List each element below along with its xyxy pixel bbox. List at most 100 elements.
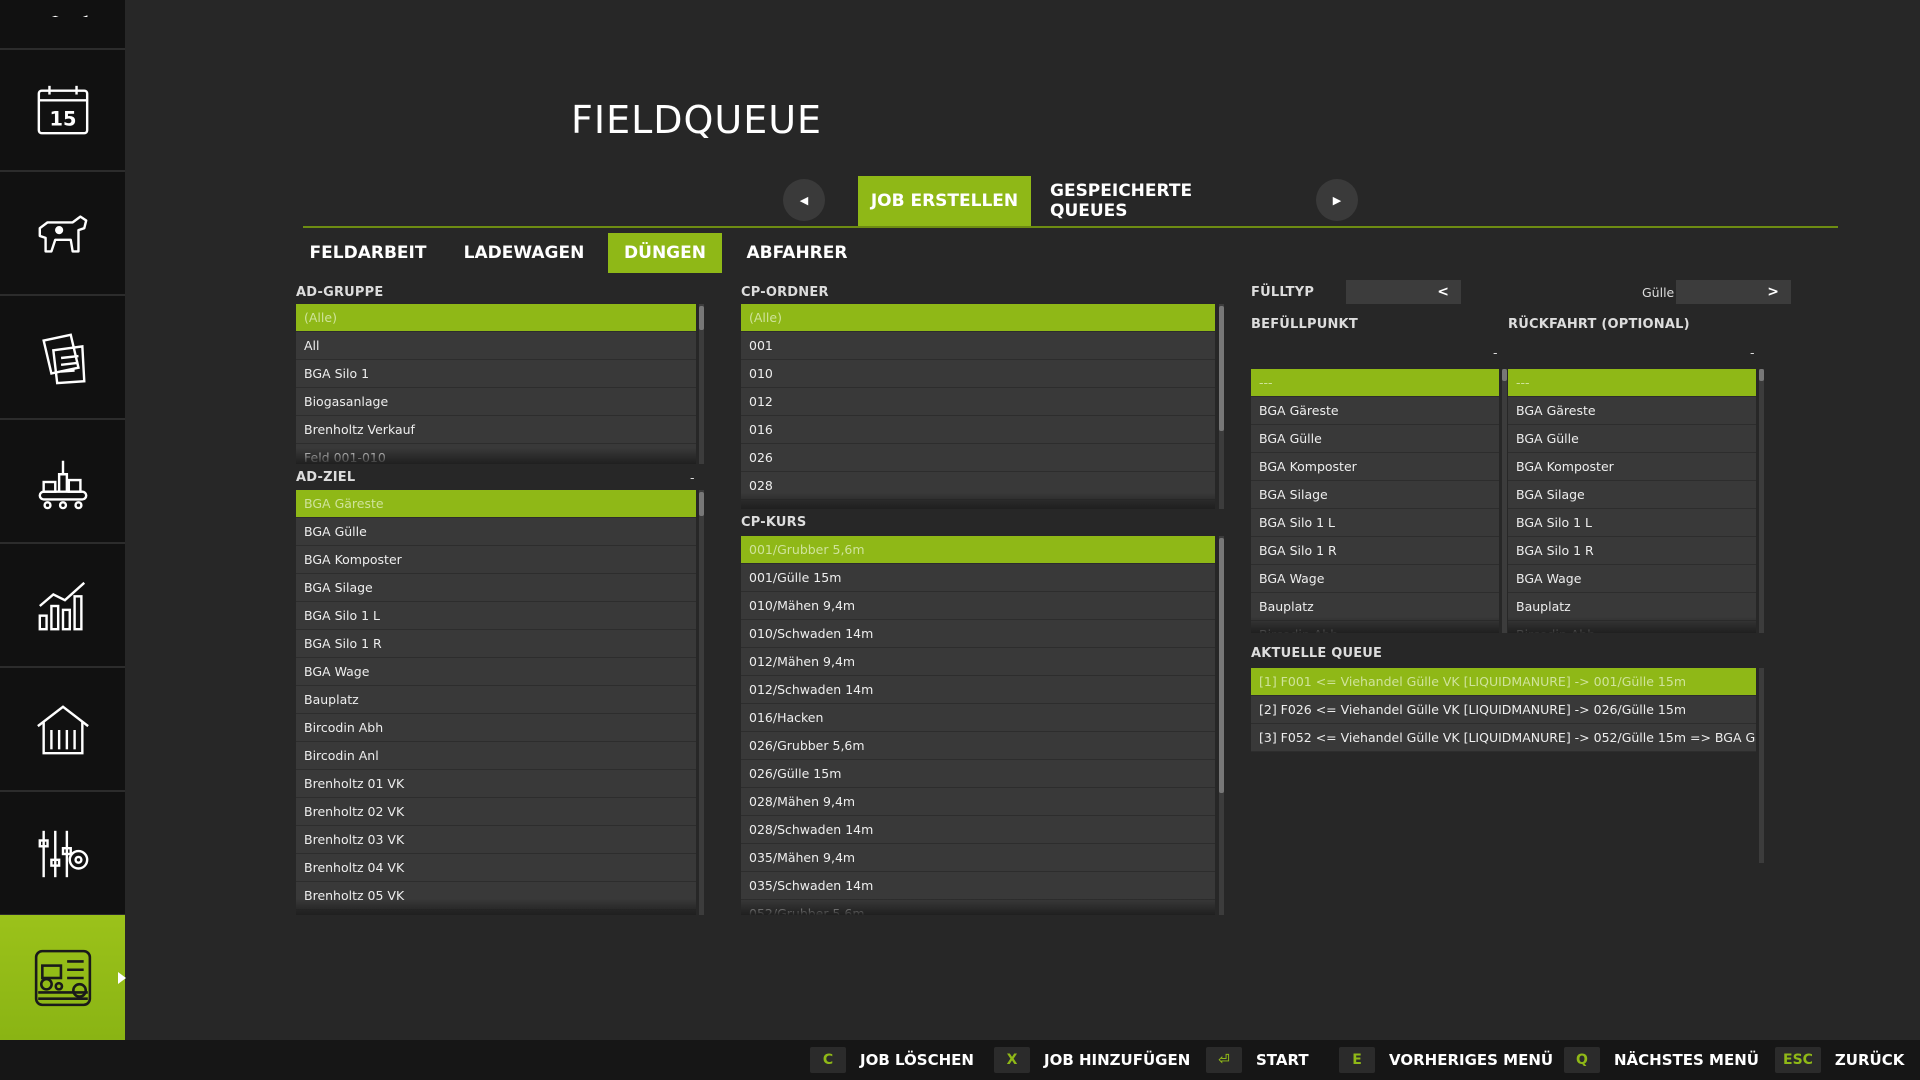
- sidebar-item-statistics[interactable]: [0, 546, 125, 668]
- rueckfahrt-item[interactable]: BGA Gülle: [1508, 425, 1756, 453]
- job-hinzufuegen-action[interactable]: X JOB HINZUFÜGEN: [994, 1047, 1190, 1073]
- cp-kurs-item[interactable]: 028/Schwaden 14m: [741, 816, 1215, 844]
- ad-ziel-item[interactable]: Brenholtz 05 VK: [296, 882, 696, 910]
- ad-ziel-scrollbar[interactable]: [699, 490, 704, 915]
- sidebar-item-buildings[interactable]: [0, 670, 125, 792]
- ad-ziel-item[interactable]: Bircodin Abh: [296, 714, 696, 742]
- ad-gruppe-item[interactable]: Feld 001-010: [296, 444, 696, 464]
- queue-item[interactable]: [2] F026 <= Viehandel Gülle VK [LIQUIDMA…: [1251, 696, 1756, 724]
- befuellpunkt-item[interactable]: BGA Silo 1 R: [1251, 537, 1499, 565]
- sidebar-item-fieldqueue[interactable]: [0, 915, 126, 1040]
- naechstes-menue-action[interactable]: Q NÄCHSTES MENÜ: [1564, 1047, 1759, 1073]
- sidebar-item-contracts[interactable]: [0, 298, 125, 420]
- start-action[interactable]: ⏎ START: [1206, 1047, 1309, 1073]
- cp-kurs-item[interactable]: 035/Schwaden 14m: [741, 872, 1215, 900]
- befuellpunkt-item[interactable]: BGA Komposter: [1251, 453, 1499, 481]
- rueckfahrt-item[interactable]: Bauplatz: [1508, 593, 1756, 621]
- rueckfahrt-item[interactable]: BGA Gäreste: [1508, 397, 1756, 425]
- cp-ordner-item[interactable]: (Alle): [741, 304, 1215, 332]
- cp-ordner-item[interactable]: 016: [741, 416, 1215, 444]
- ad-ziel-item[interactable]: BGA Komposter: [296, 546, 696, 574]
- befuellpunkt-item[interactable]: Bauplatz: [1251, 593, 1499, 621]
- cp-kurs-item[interactable]: 010/Schwaden 14m: [741, 620, 1215, 648]
- befuellpunkt-item[interactable]: BGA Silo 1 L: [1251, 509, 1499, 537]
- vorheriges-menue-action[interactable]: E VORHERIGES MENÜ: [1339, 1047, 1553, 1073]
- next-tab-button[interactable]: ▶: [1316, 179, 1358, 221]
- befuellpunkt-item[interactable]: BGA Wage: [1251, 565, 1499, 593]
- cp-kurs-item[interactable]: 012/Mähen 9,4m: [741, 648, 1215, 676]
- ad-gruppe-item[interactable]: All: [296, 332, 696, 360]
- ad-ziel-item[interactable]: Bauplatz: [296, 686, 696, 714]
- rueckfahrt-item[interactable]: BGA Silo 1 R: [1508, 537, 1756, 565]
- ad-ziel-dash: -: [690, 470, 695, 485]
- ad-ziel-item[interactable]: Brenholtz 02 VK: [296, 798, 696, 826]
- cp-kurs-item[interactable]: 001/Gülle 15m: [741, 564, 1215, 592]
- befuellpunkt-item[interactable]: BGA Gäreste: [1251, 397, 1499, 425]
- tab-underline: [303, 226, 1838, 228]
- cp-ordner-item[interactable]: 010: [741, 360, 1215, 388]
- cp-kurs-item[interactable]: 016/Hacken: [741, 704, 1215, 732]
- cp-kurs-item[interactable]: 026/Grubber 5,6m: [741, 732, 1215, 760]
- sidebar-item-production[interactable]: [0, 422, 125, 544]
- subtab-abfahrer[interactable]: ABFAHRER: [740, 233, 854, 273]
- vorheriges-menue-label: VORHERIGES MENÜ: [1389, 1051, 1554, 1069]
- subtab-ladewagen[interactable]: LADEWAGEN: [456, 233, 592, 273]
- queue-item[interactable]: [1] F001 <= Viehandel Gülle VK [LIQUIDMA…: [1251, 668, 1756, 696]
- sidebar-item-map[interactable]: [0, 0, 125, 50]
- aktuelle-queue-scrollbar[interactable]: [1759, 668, 1764, 863]
- ad-ziel-item[interactable]: Brenholtz 04 VK: [296, 854, 696, 882]
- sidebar-item-settings[interactable]: [0, 794, 125, 916]
- prev-tab-button[interactable]: ◀: [783, 179, 825, 221]
- rueckfahrt-item[interactable]: BGA Komposter: [1508, 453, 1756, 481]
- cp-ordner-item[interactable]: 026: [741, 444, 1215, 472]
- cp-kurs-item[interactable]: 052/Grubber 5,6m: [741, 900, 1215, 915]
- fuelltyp-next-button[interactable]: >: [1676, 280, 1791, 304]
- ad-ziel-item[interactable]: Bircodin Anl: [296, 742, 696, 770]
- sidebar-item-calendar[interactable]: 15: [0, 50, 125, 172]
- cp-ordner-item[interactable]: 028: [741, 472, 1215, 500]
- ad-ziel-item[interactable]: BGA Silo 1 R: [296, 630, 696, 658]
- rueckfahrt-item[interactable]: ---: [1508, 369, 1756, 397]
- cp-kurs-item[interactable]: 012/Schwaden 14m: [741, 676, 1215, 704]
- cp-kurs-item[interactable]: 026/Gülle 15m: [741, 760, 1215, 788]
- befuellpunkt-item[interactable]: Bircodin Abh: [1251, 621, 1499, 633]
- ad-gruppe-scrollbar[interactable]: [699, 304, 704, 464]
- ad-gruppe-item[interactable]: Brenholtz Verkauf: [296, 416, 696, 444]
- ad-ziel-item[interactable]: BGA Silo 1 L: [296, 602, 696, 630]
- rueckfahrt-scrollbar[interactable]: [1759, 369, 1764, 633]
- zurueck-action[interactable]: ESC ZURÜCK: [1775, 1047, 1904, 1073]
- cp-kurs-item[interactable]: 028/Mähen 9,4m: [741, 788, 1215, 816]
- queue-item[interactable]: [3] F052 <= Viehandel Gülle VK [LIQUIDMA…: [1251, 724, 1756, 752]
- job-loeschen-action[interactable]: C JOB LÖSCHEN: [810, 1047, 974, 1073]
- cp-ordner-item[interactable]: 001: [741, 332, 1215, 360]
- rueckfahrt-item[interactable]: BGA Silo 1 L: [1508, 509, 1756, 537]
- ad-gruppe-item[interactable]: Biogasanlage: [296, 388, 696, 416]
- rueckfahrt-item[interactable]: BGA Silage: [1508, 481, 1756, 509]
- ad-ziel-item[interactable]: BGA Silage: [296, 574, 696, 602]
- cp-ordner-item[interactable]: 012: [741, 388, 1215, 416]
- sidebar-item-animals[interactable]: [0, 174, 125, 296]
- befuellpunkt-item[interactable]: ---: [1251, 369, 1499, 397]
- rueckfahrt-item[interactable]: Bircodin Abh: [1508, 621, 1756, 633]
- ad-ziel-item[interactable]: Brenholtz 01 VK: [296, 770, 696, 798]
- subtab-feldarbeit[interactable]: FELDARBEIT: [303, 233, 433, 273]
- ad-gruppe-item[interactable]: (Alle): [296, 304, 696, 332]
- cp-ordner-scrollbar[interactable]: [1219, 304, 1224, 509]
- tab-job-erstellen[interactable]: JOB ERSTELLEN: [858, 176, 1031, 226]
- ad-ziel-item[interactable]: BGA Gäreste: [296, 490, 696, 518]
- rueckfahrt-item[interactable]: BGA Wage: [1508, 565, 1756, 593]
- tab-gespeicherte-queues[interactable]: GESPEICHERTE QUEUES: [1050, 176, 1275, 226]
- befuellpunkt-scrollbar[interactable]: [1502, 369, 1507, 633]
- cp-kurs-scrollbar[interactable]: [1219, 536, 1224, 915]
- cp-kurs-item[interactable]: 010/Mähen 9,4m: [741, 592, 1215, 620]
- cp-kurs-item[interactable]: 035/Mähen 9,4m: [741, 844, 1215, 872]
- ad-gruppe-item[interactable]: BGA Silo 1: [296, 360, 696, 388]
- subtab-duengen[interactable]: DÜNGEN: [608, 233, 722, 273]
- ad-ziel-item[interactable]: BGA Gülle: [296, 518, 696, 546]
- ad-ziel-item[interactable]: BGA Wage: [296, 658, 696, 686]
- befuellpunkt-item[interactable]: BGA Gülle: [1251, 425, 1499, 453]
- fuelltyp-prev-button[interactable]: <: [1346, 280, 1461, 304]
- cp-kurs-item[interactable]: 001/Grubber 5,6m: [741, 536, 1215, 564]
- befuellpunkt-item[interactable]: BGA Silage: [1251, 481, 1499, 509]
- ad-ziel-item[interactable]: Brenholtz 03 VK: [296, 826, 696, 854]
